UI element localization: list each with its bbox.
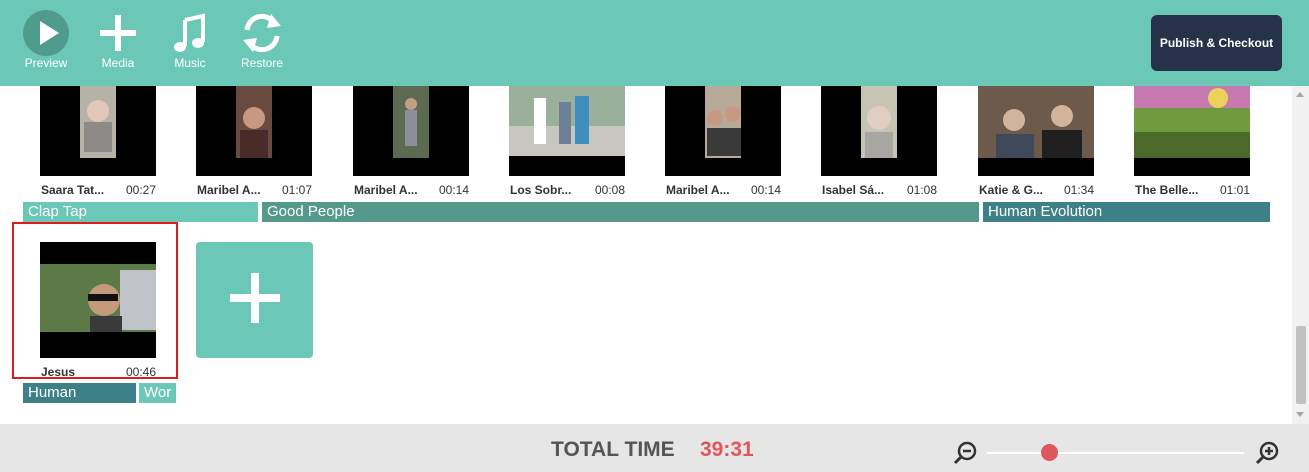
- clip-duration: 00:08: [594, 183, 625, 197]
- music-track-bar[interactable]: Human Evolution: [983, 202, 1270, 222]
- total-time-label: TOTAL TIME: [551, 438, 675, 461]
- music-track-bar[interactable]: Wor: [139, 383, 176, 403]
- clip-name: Los Sobr...: [510, 183, 572, 197]
- music-track-bar[interactable]: Human: [23, 383, 136, 403]
- clip-thumbnail: [1134, 86, 1250, 176]
- clip-name: Katie & G...: [979, 183, 1044, 197]
- restore-button[interactable]: Restore: [232, 10, 292, 70]
- add-media-tile[interactable]: [196, 242, 313, 358]
- music-track-bar[interactable]: Clap Tap: [23, 202, 258, 222]
- clip-duration: 01:01: [1219, 183, 1250, 197]
- scrollbar-thumb[interactable]: [1296, 326, 1306, 404]
- clip-duration: 01:07: [281, 183, 312, 197]
- zoom-slider-track[interactable]: [987, 452, 1244, 454]
- publish-checkout-button[interactable]: Publish & Checkout: [1151, 15, 1282, 71]
- top-toolbar: Preview Media Music Restore Publish & Ch…: [0, 0, 1309, 86]
- zoom-slider-handle[interactable]: [1040, 444, 1058, 461]
- play-icon: [16, 10, 76, 56]
- preview-button[interactable]: Preview: [16, 10, 76, 70]
- scroll-down-arrow-icon[interactable]: [1296, 412, 1304, 417]
- clip-duration: 01:08: [906, 183, 937, 197]
- clip-thumbnail: [40, 86, 156, 176]
- clip-thumbnail: [40, 242, 156, 358]
- clip-name: Isabel Sá...: [822, 183, 885, 197]
- clip-name: Saara Tat...: [41, 183, 105, 197]
- clip-duration: 00:27: [125, 183, 156, 197]
- vertical-scrollbar[interactable]: [1292, 86, 1309, 424]
- clip-thumbnail: [196, 86, 312, 176]
- music-button[interactable]: Music: [160, 10, 220, 70]
- clip-duration: 00:46: [125, 365, 156, 379]
- clip-thumbnail: [978, 86, 1094, 176]
- refresh-icon: [232, 10, 292, 56]
- clip-duration: 00:14: [438, 183, 469, 197]
- clip-duration: 00:14: [750, 183, 781, 197]
- clip-name: Maribel A...: [197, 183, 261, 197]
- zoom-out-icon[interactable]: [952, 440, 978, 471]
- music-track-bar[interactable]: Good People: [262, 202, 979, 222]
- clip-name: Maribel A...: [354, 183, 418, 197]
- preview-label: Preview: [24, 56, 68, 70]
- clip-duration: 01:34: [1063, 183, 1094, 197]
- music-label: Music: [174, 56, 206, 70]
- zoom-in-icon[interactable]: [1254, 440, 1280, 471]
- media-button[interactable]: Media: [88, 10, 148, 70]
- clip-name: Maribel A...: [666, 183, 730, 197]
- plus-icon: [228, 271, 282, 330]
- clip-name: Jesus: [41, 365, 76, 379]
- plus-icon: [88, 10, 148, 56]
- scroll-up-arrow-icon[interactable]: [1296, 92, 1304, 97]
- clip-thumbnail: [353, 86, 469, 176]
- clip-thumbnail: [509, 86, 625, 176]
- timeline-area: Saara Tat... 00:27 Maribel A... 01:07 Ma…: [0, 86, 1309, 424]
- clip-name: The Belle...: [1135, 183, 1199, 197]
- clip-thumbnail: [665, 86, 781, 176]
- clip-thumbnail: [821, 86, 937, 176]
- media-label: Media: [101, 56, 135, 70]
- restore-label: Restore: [240, 56, 284, 70]
- total-time-value: 39:31: [700, 438, 754, 461]
- music-note-icon: [160, 10, 220, 56]
